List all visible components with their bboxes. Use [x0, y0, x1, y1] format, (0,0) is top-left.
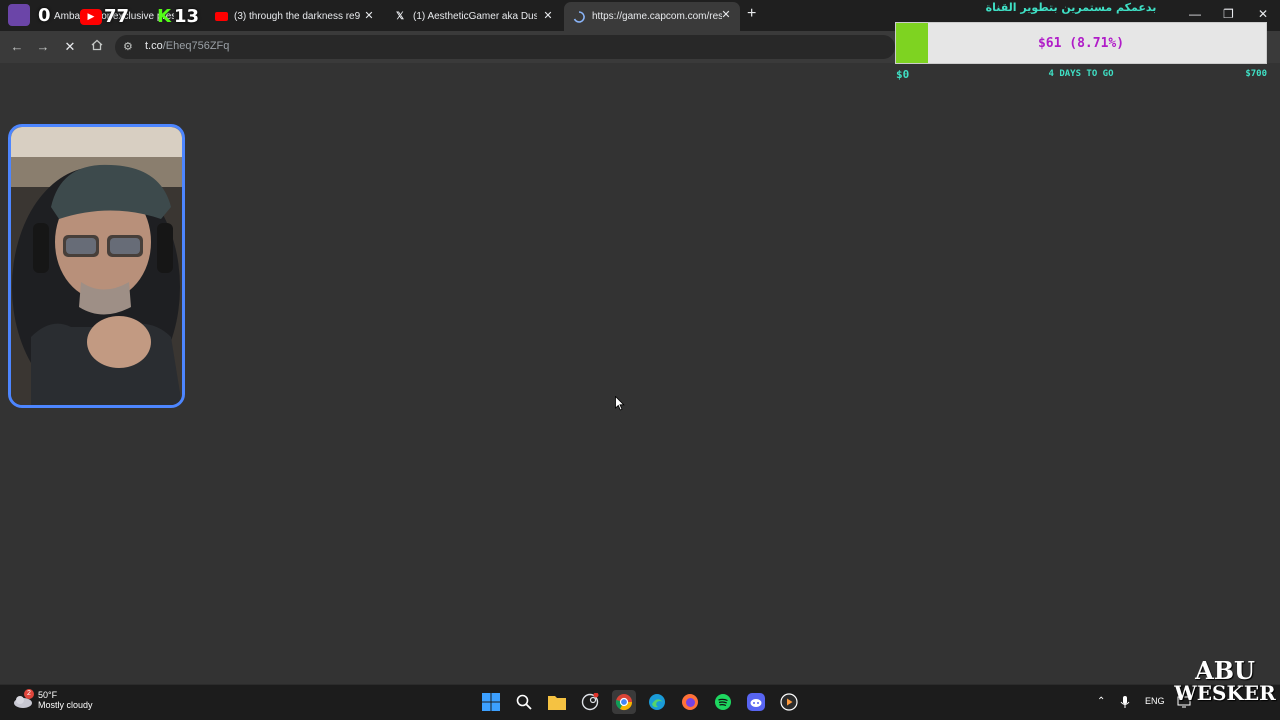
- streamer-watermark-logo: ABU WESKER: [1170, 656, 1280, 705]
- search-icon[interactable]: [514, 692, 534, 712]
- tab-title: https://game.capcom.com/resi: [592, 11, 722, 22]
- file-explorer-icon[interactable]: [547, 692, 567, 712]
- tab-youtube[interactable]: (3) through the darkness re9 - Y ✕: [214, 3, 376, 29]
- site-settings-icon[interactable]: ⚙: [123, 40, 133, 53]
- goal-progress-bar: $61 (8.71%): [895, 22, 1267, 64]
- url-text: t.co/Eheq756ZFq: [145, 40, 230, 52]
- webcam-feed: [8, 124, 185, 408]
- spotify-icon[interactable]: [713, 692, 733, 712]
- goal-days-left: 4 DAYS TO GO: [1048, 69, 1114, 79]
- close-icon[interactable]: ✕: [541, 9, 555, 23]
- tab-title: (1) AestheticGamer aka Dusk Go: [413, 10, 537, 22]
- twitch-logo-icon: [8, 4, 30, 26]
- stop-loading-icon[interactable]: ✕: [62, 39, 78, 55]
- stream-viewer-counters: 0: [8, 2, 51, 28]
- firefox-icon[interactable]: [680, 692, 700, 712]
- weather-widget[interactable]: 2 50°F Mostly cloudy: [12, 689, 93, 711]
- new-tab-button[interactable]: +: [747, 6, 763, 22]
- goal-amount: $61 (8.71%): [1037, 35, 1125, 51]
- x-icon: 𝕏: [395, 10, 405, 22]
- tab-capcom[interactable]: https://game.capcom.com/resi ✕: [564, 2, 740, 31]
- language-indicator[interactable]: ENG: [1145, 696, 1165, 706]
- youtube-icon: [214, 9, 228, 23]
- twitch-viewer-count: 0: [38, 4, 51, 26]
- forward-arrow-icon[interactable]: →: [35, 39, 51, 55]
- weather-badge: 2: [24, 689, 34, 699]
- home-icon[interactable]: [89, 39, 105, 55]
- close-icon[interactable]: ✕: [719, 8, 733, 22]
- weather-text: 50°F Mostly cloudy: [38, 690, 93, 710]
- close-icon[interactable]: ✕: [362, 9, 376, 23]
- weather-condition: Mostly cloudy: [38, 700, 93, 710]
- screen: 0 Ambassador exclusive pres ▶ 77 K 13 (3…: [0, 0, 1280, 720]
- back-arrow-icon[interactable]: ←: [9, 39, 25, 55]
- windows-start-icon[interactable]: [481, 692, 501, 712]
- windows-taskbar: 2 50°F Mostly cloudy ⌃ ENG: [0, 684, 1280, 720]
- steam-icon[interactable]: [580, 692, 600, 712]
- donation-goal-widget: بدعمكم مستمرين بتطوير القناة $61 (8.71%)…: [895, 0, 1267, 84]
- kick-logo-icon: K: [157, 6, 172, 27]
- weather-temp: 50°F: [38, 690, 58, 700]
- kick-viewer-count: 13: [174, 6, 200, 27]
- youtube-logo-icon: ▶: [80, 8, 102, 25]
- edge-icon[interactable]: [647, 692, 667, 712]
- tab-title: (3) through the darkness re9 - Y: [234, 10, 360, 22]
- chrome-icon[interactable]: [612, 690, 636, 714]
- cloud-icon: 2: [12, 689, 34, 711]
- discord-icon[interactable]: [746, 692, 766, 712]
- goal-title: بدعمكم مستمرين بتطوير القناة: [985, 1, 1157, 14]
- address-bar[interactable]: ⚙ t.co/Eheq756ZFq: [115, 35, 895, 59]
- media-player-icon[interactable]: [779, 692, 799, 712]
- stream-viewer-counters-2: ▶ 77 K 13: [80, 6, 199, 27]
- mouse-cursor-icon: [615, 395, 625, 416]
- watermark-line1: ABU: [1195, 656, 1255, 685]
- chevron-up-icon[interactable]: ⌃: [1097, 696, 1105, 707]
- youtube-viewer-count: 77: [104, 6, 130, 27]
- goal-max: $700: [1245, 69, 1267, 79]
- webcam-image: [11, 127, 182, 405]
- loading-spinner-icon: [572, 10, 586, 24]
- microphone-icon[interactable]: [1120, 696, 1130, 711]
- watermark-line2: WESKER: [1174, 681, 1276, 705]
- tab-x[interactable]: 𝕏 (1) AestheticGamer aka Dusk Go ✕: [393, 3, 555, 29]
